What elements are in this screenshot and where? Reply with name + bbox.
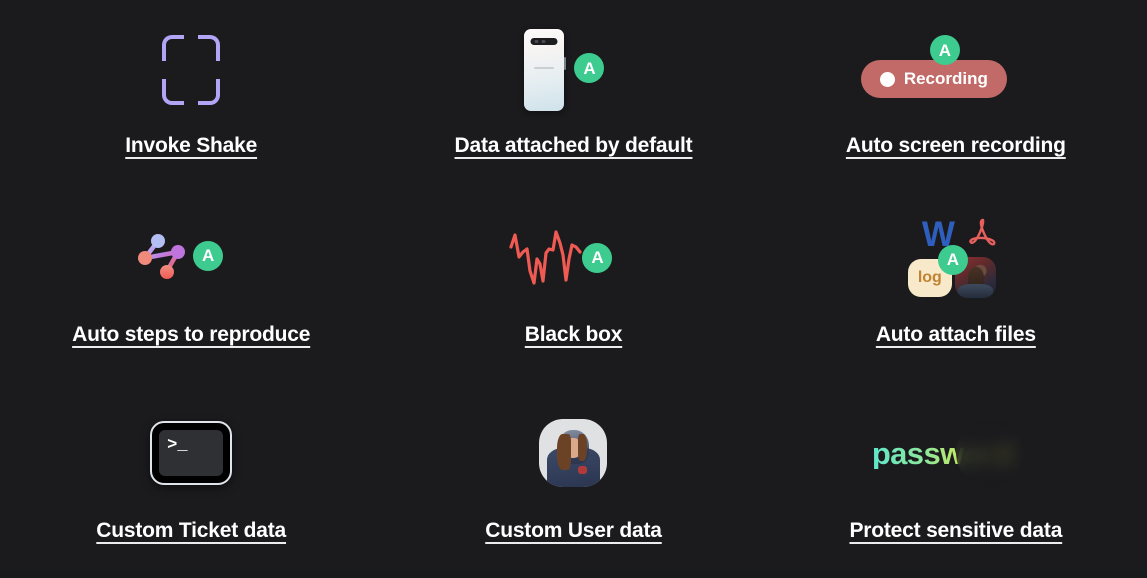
- avatar-logo-mark: [577, 465, 588, 475]
- scan-corner-bottom-left: [162, 79, 185, 105]
- feature-grid: Invoke Shake A Data attached by default …: [0, 0, 1147, 578]
- feature-card-auto-attach-files[interactable]: W log A Auto attach files: [765, 193, 1147, 386]
- feature-link-auto-attach-files[interactable]: Auto attach files: [876, 323, 1036, 347]
- phone-camera-bar: [530, 38, 558, 45]
- recording-pill-icon: A Recording: [860, 30, 1051, 110]
- feature-card-protect-sensitive-data[interactable]: password Protect sensitive data: [765, 385, 1147, 578]
- scan-corner-top-right: [198, 35, 221, 61]
- feature-card-custom-ticket-data[interactable]: >_ Custom Ticket data: [0, 385, 382, 578]
- feature-link-data-attached-by-default[interactable]: Data attached by default: [455, 134, 693, 158]
- feature-card-auto-screen-recording[interactable]: A Recording Auto screen recording: [765, 0, 1147, 193]
- scan-corner-top-left: [162, 35, 185, 61]
- icon-stage: A: [382, 203, 764, 315]
- node-graph-icon: A: [133, 224, 249, 294]
- feature-link-black-box[interactable]: Black box: [525, 323, 623, 347]
- password-redaction-icon: password: [866, 417, 1046, 489]
- feature-link-protect-sensitive-data[interactable]: Protect sensitive data: [849, 519, 1062, 543]
- user-avatar-icon: [539, 419, 608, 488]
- icon-stage: password: [765, 397, 1147, 509]
- automatic-badge-icon: A: [937, 244, 968, 275]
- automatic-badge-icon: A: [193, 240, 224, 271]
- scan-corner-bottom-right: [198, 79, 221, 105]
- password-text: password: [871, 435, 1013, 471]
- smartphone-icon: A: [518, 27, 628, 113]
- feature-card-custom-user-data[interactable]: Custom User data: [382, 385, 764, 578]
- icon-stage: W log A: [765, 203, 1147, 315]
- automatic-badge-icon: A: [582, 242, 613, 273]
- terminal-screen: >_: [159, 430, 224, 477]
- attached-files-icon: W log A: [904, 215, 1008, 303]
- feature-link-auto-steps-to-reproduce[interactable]: Auto steps to reproduce: [72, 323, 310, 347]
- feature-link-custom-ticket-data[interactable]: Custom Ticket data: [96, 519, 286, 543]
- icon-stage: A: [382, 14, 764, 126]
- icon-stage: [0, 14, 382, 126]
- phone-side-button: [563, 57, 566, 70]
- icon-stage: A: [0, 203, 382, 315]
- icon-stage: >_: [0, 397, 382, 509]
- terminal-icon: >_: [150, 421, 233, 486]
- feature-card-black-box[interactable]: A Black box: [382, 193, 764, 386]
- feature-card-auto-steps-to-reproduce[interactable]: A Auto steps to reproduce: [0, 193, 382, 386]
- feature-link-invoke-shake[interactable]: Invoke Shake: [125, 134, 257, 158]
- feature-link-custom-user-data[interactable]: Custom User data: [485, 519, 662, 543]
- recording-pill: Recording: [860, 60, 1007, 98]
- recording-label: Recording: [903, 69, 988, 88]
- terminal-prompt: >_: [167, 436, 188, 456]
- automatic-badge-icon: A: [929, 35, 960, 65]
- phone-body: [524, 29, 566, 111]
- phone-logo: [534, 67, 555, 69]
- feature-link-auto-screen-recording[interactable]: Auto screen recording: [846, 134, 1066, 158]
- scan-frame-icon: [162, 35, 221, 105]
- record-dot-icon: [879, 71, 895, 87]
- icon-stage: [382, 397, 764, 509]
- feature-card-data-attached-by-default[interactable]: A Data attached by default: [382, 0, 764, 193]
- pdf-file-icon: [969, 218, 996, 246]
- waveform-icon: A: [508, 223, 638, 295]
- node-graph-svg: [138, 233, 186, 279]
- avatar-hair-right: [577, 434, 588, 462]
- feature-card-invoke-shake[interactable]: Invoke Shake: [0, 0, 382, 193]
- avatar-hair-left: [557, 434, 571, 470]
- automatic-badge-icon: A: [574, 53, 605, 83]
- icon-stage: A Recording: [765, 14, 1147, 126]
